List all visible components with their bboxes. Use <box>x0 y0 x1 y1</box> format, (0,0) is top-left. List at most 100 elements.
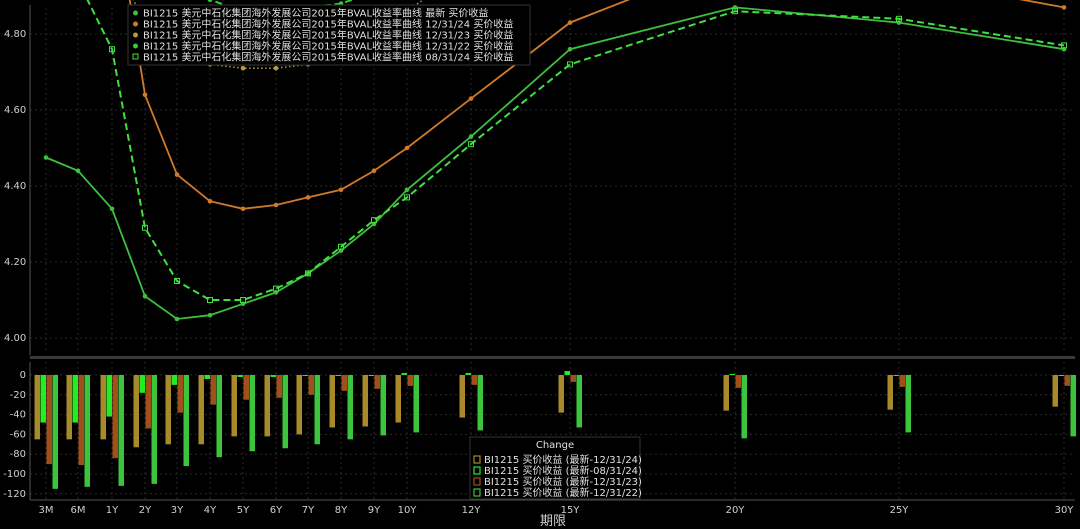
bar <box>335 375 341 376</box>
bar <box>237 375 243 377</box>
bar <box>276 375 282 398</box>
legend-label: BI1215 美元中石化集团海外发展公司2015年BVAL收益率曲线 08/31… <box>143 51 513 64</box>
y-tick-label: 4.40 <box>4 181 26 192</box>
legend-label: BI1215 买价收益 (最新-12/31/22) <box>484 486 642 499</box>
x-tick-label: 1Y <box>106 505 119 516</box>
bar <box>477 375 483 431</box>
y-tick-label: 0 <box>20 370 26 381</box>
bar <box>216 375 222 458</box>
bar <box>887 375 893 410</box>
x-tick-label: 25Y <box>890 505 910 516</box>
series-point <box>240 65 246 71</box>
y-tick-label: -80 <box>10 449 26 460</box>
y-tick-label: 4.20 <box>4 257 26 268</box>
series-point <box>1061 5 1067 10</box>
y-tick-label: -20 <box>10 390 26 401</box>
x-tick-label: 20Y <box>726 505 746 516</box>
x-tick-label: 3M <box>39 505 54 516</box>
series-point <box>174 316 180 322</box>
bar <box>133 375 139 448</box>
y-tick-label: -60 <box>10 429 26 440</box>
series-point <box>567 46 573 52</box>
y-tick-label: 4.60 <box>4 105 26 116</box>
series-point <box>404 187 410 193</box>
x-tick-label: 3Y <box>171 505 184 516</box>
x-tick-label: 5Y <box>237 505 250 516</box>
legend-swatch <box>133 32 138 38</box>
series-point <box>240 206 246 212</box>
legend-swatch <box>133 21 138 27</box>
bar <box>362 375 368 427</box>
legend-label: BI1215 买价收益 (最新-12/31/24) <box>484 453 642 466</box>
bar <box>314 375 320 445</box>
x-tick-label: 30Y <box>1055 505 1075 516</box>
bar <box>264 375 270 437</box>
bar <box>249 375 255 452</box>
bar <box>243 375 249 400</box>
series-point <box>305 195 311 200</box>
series-point <box>75 168 81 174</box>
y-tick-label: 4.00 <box>4 333 26 344</box>
legend-label: BI1215 买价收益 (最新-12/31/23) <box>484 475 642 488</box>
bar <box>112 375 118 459</box>
series-point <box>207 198 213 204</box>
series-point <box>371 168 377 174</box>
legend-swatch <box>133 10 138 16</box>
bar <box>40 375 46 423</box>
legend-swatch <box>133 43 138 49</box>
series-point <box>142 92 148 98</box>
series-point <box>174 172 180 177</box>
bar <box>905 375 911 433</box>
bar <box>576 375 582 428</box>
bar <box>106 375 112 417</box>
series-point <box>43 155 49 160</box>
series-point <box>338 187 344 193</box>
bar <box>145 375 151 429</box>
legend-label: BI1215 美元中石化集团海外发展公司2015年BVAL收益率曲线 12/31… <box>143 29 513 42</box>
bar <box>177 375 183 413</box>
x-tick-label: 9Y <box>368 505 381 516</box>
bar <box>558 375 564 413</box>
series-point <box>142 293 148 299</box>
bar <box>413 375 419 433</box>
bar <box>139 375 145 393</box>
x-tick-label: 2Y <box>139 505 152 516</box>
x-tick-label: 7Y <box>302 505 315 516</box>
bar <box>329 375 335 428</box>
line-legend: BI1215 美元中石化集团海外发展公司2015年BVAL收益率曲线 最新 买价… <box>127 4 531 66</box>
bar <box>407 375 413 386</box>
bar <box>570 375 576 382</box>
legend-title: Change <box>536 440 574 451</box>
bar <box>52 375 58 489</box>
bar <box>465 373 471 375</box>
panel-divider <box>30 356 1075 359</box>
bar <box>723 375 729 411</box>
bar <box>165 375 171 445</box>
x-tick-label: 10Y <box>398 505 418 516</box>
series-point <box>567 20 573 25</box>
x-tick-label: 8Y <box>335 505 348 516</box>
y-tick-label: -40 <box>10 410 26 421</box>
series-point <box>468 96 474 101</box>
bar <box>471 375 477 385</box>
bar <box>347 375 353 440</box>
bar <box>296 375 302 435</box>
bar <box>893 375 899 376</box>
bar <box>1058 375 1064 376</box>
bar <box>270 375 276 377</box>
x-tick-label: 6Y <box>270 505 283 516</box>
legend-label: BI1215 美元中石化集团海外发展公司2015年BVAL收益率曲线 12/31… <box>143 40 513 53</box>
y-tick-label: -120 <box>3 489 26 500</box>
bar <box>183 375 189 467</box>
legend-label: BI1215 美元中石化集团海外发展公司2015年BVAL收益率曲线 12/31… <box>143 18 513 31</box>
x-tick-label: 4Y <box>204 505 217 516</box>
bar <box>302 375 308 376</box>
bar <box>395 375 401 423</box>
bar <box>401 373 407 375</box>
bar <box>380 375 386 436</box>
chart: 4.004.204.404.604.805.005.205.405.60 0-2… <box>0 0 1080 529</box>
bar <box>564 371 570 375</box>
bar <box>204 375 210 379</box>
bar <box>1064 375 1070 386</box>
bar <box>341 375 347 391</box>
